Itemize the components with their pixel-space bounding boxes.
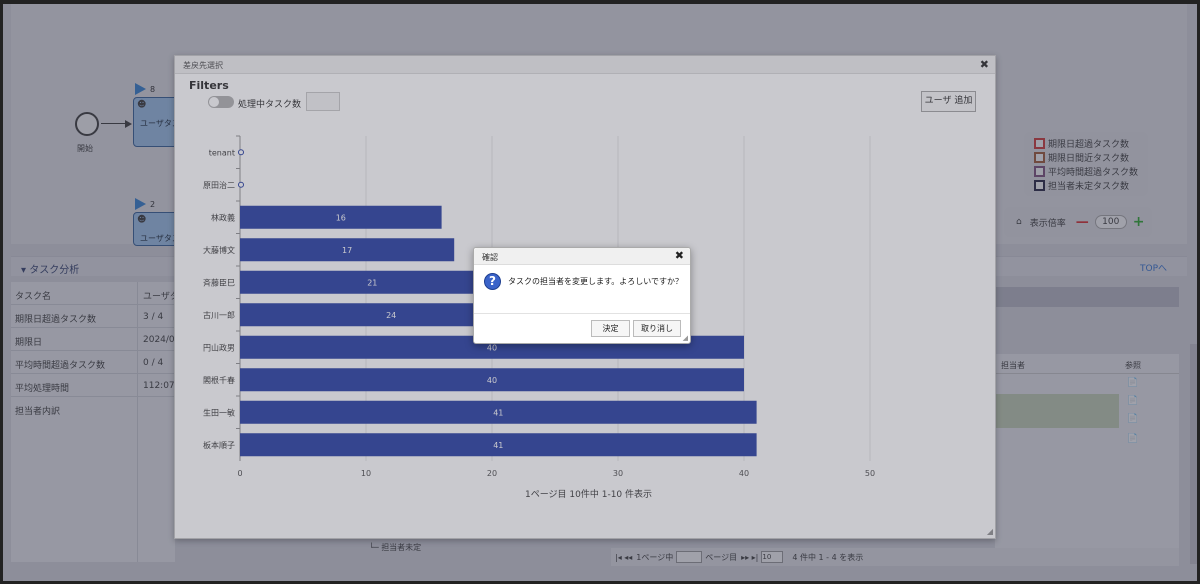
confirm-dialog: 確認 ✖ ? タスクの担当者を変更します。よろしいですか？ 決定 取り消し ◢ — [473, 247, 691, 344]
ok-button[interactable]: 決定 — [591, 320, 630, 337]
confirm-title: 確認 — [482, 253, 498, 262]
confirm-title-bar[interactable]: 確認 ✖ — [474, 248, 690, 265]
close-icon[interactable]: ✖ — [675, 249, 684, 262]
confirm-divider — [474, 313, 690, 314]
cancel-button[interactable]: 取り消し — [633, 320, 681, 337]
confirm-message: タスクの担当者を変更します。よろしいですか？ — [508, 277, 683, 286]
resize-handle-icon[interactable]: ◢ — [683, 334, 688, 342]
screen: 開始 8 ☻ ユーザタス 2 ☻ ユーザタス 期限日超過タスク数 期限日間近タス… — [0, 0, 1200, 584]
question-icon: ? — [484, 273, 501, 290]
